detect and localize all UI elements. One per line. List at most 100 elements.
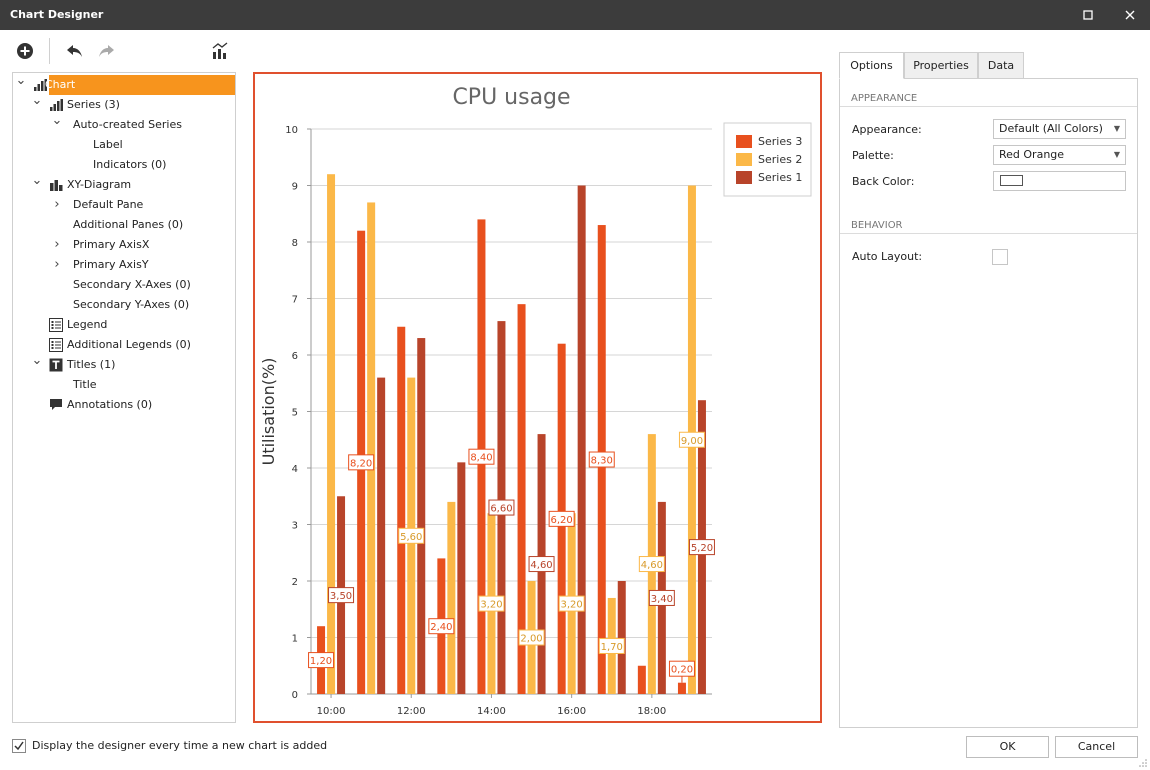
tree-item-secondary-y-axes[interactable]: Secondary Y-Axes (0)	[13, 295, 235, 315]
chevron-right-icon[interactable]: ›	[51, 235, 63, 255]
legend-swatch	[736, 135, 752, 148]
legend-icon	[49, 338, 63, 352]
palette-combo[interactable]: Red Orange ▼	[993, 145, 1126, 165]
redo-icon	[99, 45, 114, 57]
tree-item-titles[interactable]: ⌄ Titles (1)	[13, 353, 235, 375]
y-tick-label: 1	[292, 634, 298, 645]
tree-item-label: Secondary X-Axes (0)	[73, 278, 191, 291]
y-tick-label: 4	[292, 464, 298, 475]
tree-item-xy-diagram[interactable]: ⌄ XY-Diagram	[13, 173, 235, 195]
tree-item-primary-axis-x[interactable]: › Primary AxisX	[13, 235, 235, 255]
y-tick-label: 7	[292, 295, 298, 306]
tree-item-title[interactable]: Title	[13, 375, 235, 395]
chart-structure-tree[interactable]: ⌄ Chart ⌄ Series (3) ⌄ Auto-created Series Lab…	[12, 72, 236, 723]
chevron-down-icon: ▼	[1113, 150, 1120, 159]
x-tick-label: 10:00	[317, 706, 346, 717]
tree-item-annotations[interactable]: Annotations (0)	[13, 395, 235, 415]
data-label: 5,60	[400, 532, 422, 543]
chevron-down-icon[interactable]: ⌄	[31, 171, 43, 191]
bar-series-3	[397, 326, 406, 694]
diagram-icon	[50, 180, 63, 191]
bar-chart-icon	[50, 99, 63, 111]
y-tick-label: 8	[292, 238, 298, 249]
data-label: 2,40	[430, 622, 452, 633]
window-titlebar: Chart Designer	[0, 0, 1150, 30]
tree-item-default-pane[interactable]: › Default Pane	[13, 195, 235, 215]
chevron-down-icon[interactable]: ⌄	[31, 91, 43, 111]
tree-item-label: Legend	[67, 318, 108, 331]
display-designer-label: Display the designer every time a new ch…	[32, 739, 328, 752]
tree-item-indicators[interactable]: Indicators (0)	[13, 155, 235, 175]
tree-item-series[interactable]: ⌄ Series (3)	[13, 93, 235, 115]
tree-item-chart[interactable]: ⌄ Chart	[16, 73, 235, 95]
tree-item-legend[interactable]: Legend	[13, 315, 235, 335]
behavior-section-header: BEHAVIOR	[851, 220, 903, 231]
ok-button[interactable]: OK	[966, 736, 1049, 758]
data-label: 3,40	[651, 594, 673, 605]
cancel-button[interactable]: Cancel	[1055, 736, 1138, 758]
maximize-icon	[1083, 10, 1093, 20]
data-label: 3,50	[330, 591, 352, 602]
redo-button[interactable]	[95, 40, 117, 62]
tab-properties[interactable]: Properties	[904, 52, 978, 79]
resize-grip-icon[interactable]	[1139, 759, 1147, 767]
tree-item-label: XY-Diagram	[67, 178, 132, 191]
color-swatch	[1000, 175, 1023, 186]
data-label: 8,20	[350, 458, 372, 469]
chevron-down-icon[interactable]: ⌄	[31, 351, 43, 371]
data-label: 2,00	[520, 634, 542, 645]
toolbar-separator	[49, 38, 50, 64]
tab-data[interactable]: Data	[978, 52, 1024, 79]
chart-preview[interactable]: CPU usage Utilisation(%) 0 1 2 3 4 5 6 7 8 9 10 10:00…	[253, 72, 822, 723]
palette-label: Palette:	[852, 149, 894, 162]
bar-series-3	[677, 682, 686, 694]
appearance-combo[interactable]: Default (All Colors) ▼	[993, 119, 1126, 139]
tree-item-label: Additional Panes (0)	[73, 218, 184, 231]
add-circle-icon	[17, 43, 33, 59]
data-label: 4,60	[530, 560, 552, 571]
tree-item-secondary-x-axes[interactable]: Secondary X-Axes (0)	[13, 275, 235, 295]
tree-item-label[interactable]: Label	[13, 135, 235, 155]
chevron-right-icon[interactable]: ›	[51, 195, 63, 215]
close-button[interactable]	[1112, 0, 1148, 30]
undo-button[interactable]	[64, 40, 86, 62]
tree-item-label: Primary AxisX	[73, 238, 150, 251]
chevron-down-icon[interactable]: ⌄	[51, 111, 63, 131]
tree-item-auto-series[interactable]: ⌄ Auto-created Series	[13, 113, 235, 135]
legend-swatch	[736, 153, 752, 166]
tree-item-primary-axis-y[interactable]: › Primary AxisY	[13, 255, 235, 275]
y-tick-label: 0	[292, 690, 298, 701]
close-icon	[1125, 10, 1135, 20]
section-divider	[840, 106, 1137, 107]
x-tick-label: 16:00	[557, 706, 586, 717]
palette-value: Red Orange	[999, 148, 1065, 161]
x-tick-label: 14:00	[477, 706, 506, 717]
chevron-down-icon: ▼	[1113, 124, 1120, 133]
tree-item-additional-legends[interactable]: Additional Legends (0)	[13, 335, 235, 355]
data-label: 8,30	[591, 456, 613, 467]
legend-swatch	[736, 171, 752, 184]
chevron-right-icon[interactable]: ›	[51, 255, 63, 275]
data-label: 3,20	[480, 600, 502, 611]
bar-series-1	[577, 185, 586, 694]
chevron-down-icon[interactable]: ⌄	[15, 71, 27, 91]
tree-item-label: Annotations (0)	[67, 398, 153, 411]
maximize-button[interactable]	[1070, 0, 1106, 30]
data-label: 5,20	[691, 543, 713, 554]
chart-title: CPU usage	[452, 85, 570, 110]
y-tick-label: 10	[285, 125, 298, 136]
x-tick-label: 18:00	[637, 706, 666, 717]
auto-layout-checkbox[interactable]	[992, 249, 1008, 265]
data-label: 6,20	[551, 515, 573, 526]
display-designer-checkbox[interactable]	[12, 739, 26, 753]
tab-options[interactable]: Options	[839, 52, 904, 79]
chart-wizard-button[interactable]	[209, 40, 231, 62]
tree-item-additional-panes[interactable]: Additional Panes (0)	[13, 215, 235, 235]
back-color-picker[interactable]	[993, 171, 1126, 191]
tree-item-label: Title	[73, 378, 97, 391]
auto-layout-label: Auto Layout:	[852, 250, 923, 263]
tree-item-label: Secondary Y-Axes (0)	[73, 298, 190, 311]
tree-item-label: Titles (1)	[67, 358, 116, 371]
add-button[interactable]	[14, 40, 36, 62]
bar-series-2	[447, 501, 456, 694]
